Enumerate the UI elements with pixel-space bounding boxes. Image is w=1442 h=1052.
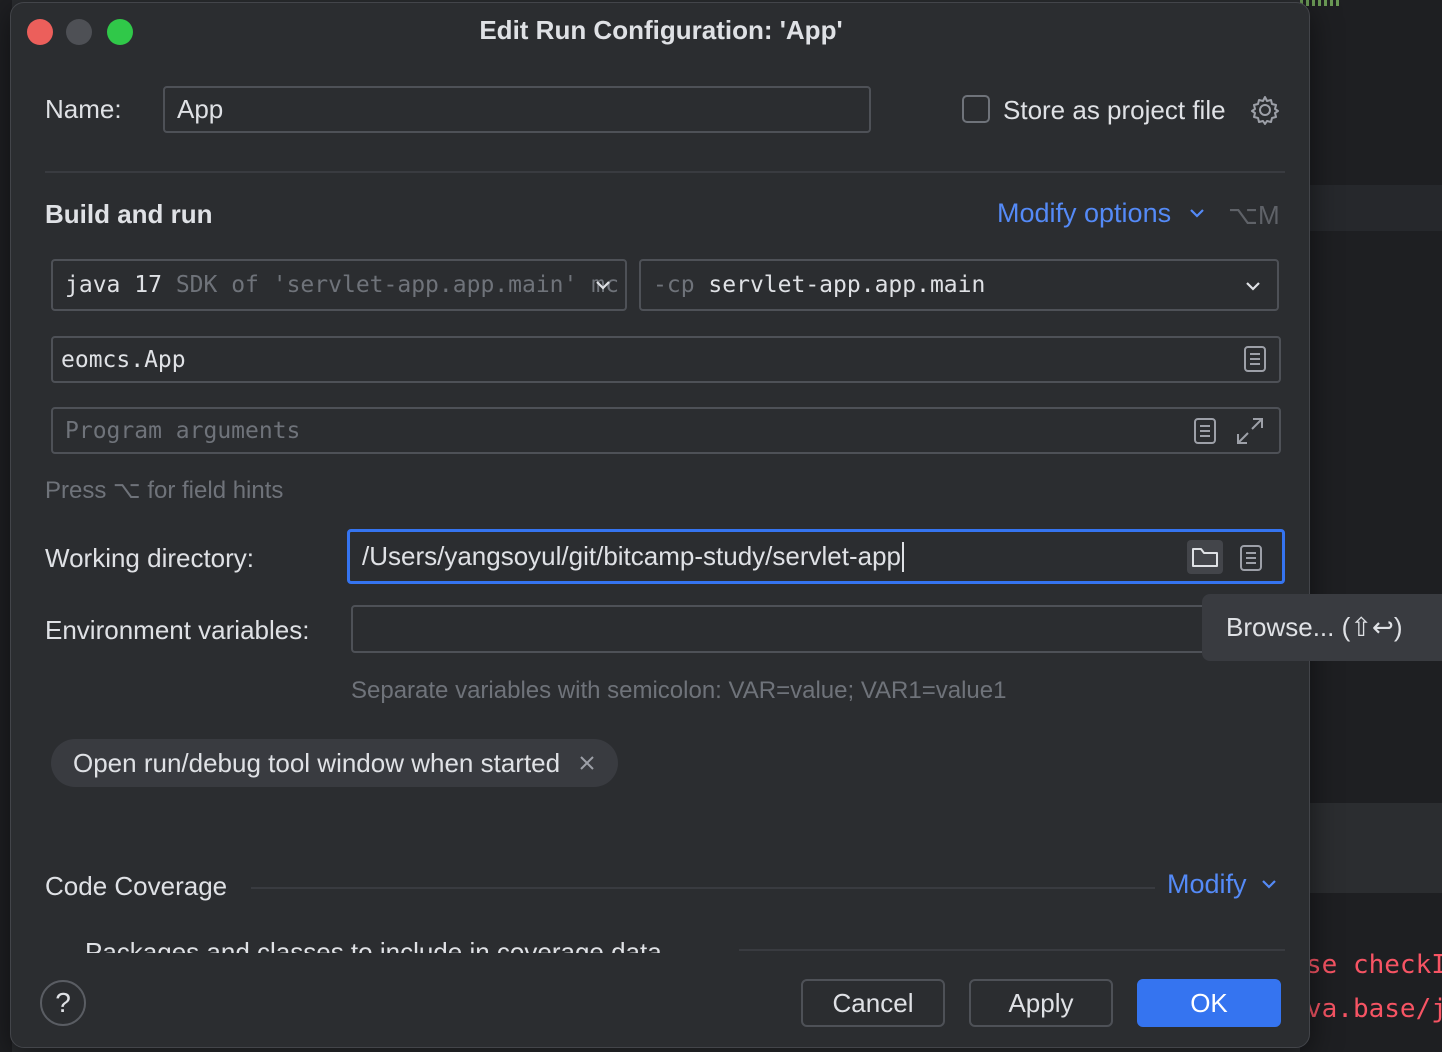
classpath-value: servlet-app.app.main [708,272,986,298]
environment-variables-input[interactable] [351,605,1285,653]
section-divider [45,171,1285,173]
settings-gear-icon[interactable] [1249,94,1281,126]
jdk-version: 17 [134,272,162,298]
background-code-line: va.base/ja [1306,994,1442,1024]
name-label: Name: [45,94,122,124]
background-squiggle [1300,0,1340,6]
classpath-flag: -cp [653,272,695,298]
text-edit-icon[interactable] [1235,542,1267,574]
working-directory-label: Working directory: [45,543,255,573]
chevron-down-icon[interactable] [1185,201,1209,225]
open-tool-window-chip[interactable]: Open run/debug tool window when started [51,739,619,787]
field-hints-text: Press ⌥ for field hints [45,477,284,504]
jdk-java: java [65,272,121,298]
build-run-title: Build and run [45,199,213,229]
close-icon[interactable] [578,754,596,772]
run-config-dialog: Edit Run Configuration: 'App' Name: App … [10,2,1310,1048]
store-as-project-checkbox[interactable] [962,95,990,123]
background-editor-top [1300,0,1442,185]
help-icon[interactable]: ? [40,980,86,1026]
coverage-modify-link[interactable]: Modify [1167,869,1247,900]
jdk-detail: SDK of 'servlet-app.app.main' mc [175,272,619,298]
chevron-down-icon[interactable] [1257,872,1281,896]
working-directory-input[interactable]: /Users/yangsoyul/git/bitcamp-study/servl… [347,529,1285,584]
open-tool-window-chip-label: Open run/debug tool window when started [73,747,561,778]
program-arguments-input[interactable]: Program arguments [51,407,1281,454]
background-code-line: se checkIl [1306,950,1442,980]
chevron-down-icon[interactable] [1241,274,1265,298]
coverage-packages-label: Packages and classes to include in cover… [85,937,662,953]
jdk-select[interactable]: java 17 SDK of 'servlet-app.app.main' mc [51,259,627,311]
apply-button[interactable]: Apply [969,979,1113,1027]
environment-variables-label: Environment variables: [45,615,310,645]
browse-button[interactable] [1187,540,1223,574]
main-class-input[interactable]: eomcs.App [51,336,1281,383]
ok-button[interactable]: OK [1137,979,1281,1027]
text-cursor [902,541,905,572]
coverage-divider [251,887,1155,889]
background-editor-highlight [1300,185,1442,231]
folder-icon [1192,548,1218,567]
coverage-packages-divider [739,949,1285,951]
program-arguments-placeholder: Program arguments [65,417,301,444]
main-class-value: eomcs.App [61,346,186,373]
working-directory-value: /Users/yangsoyul/git/bitcamp-study/servl… [362,541,902,571]
browse-tooltip: Browse... (⇧↩) [1202,594,1442,661]
dialog-title: Edit Run Configuration: 'App' [479,15,843,45]
coverage-packages-clip: Packages and classes to include in cover… [45,933,1285,953]
store-as-project-label: Store as project file [1003,95,1226,125]
text-edit-icon[interactable] [1239,343,1271,375]
modify-options-shortcut: ⌥M [1228,200,1280,230]
name-input-value: App [177,94,224,124]
background-editor-middle [1300,231,1442,803]
name-input[interactable]: App [163,86,871,133]
chevron-down-icon[interactable] [591,273,615,297]
expand-icon[interactable] [1234,415,1266,447]
code-coverage-title: Code Coverage [45,871,228,901]
modify-options-link[interactable]: Modify options [997,198,1171,229]
environment-variables-hint: Separate variables with semicolon: VAR=v… [351,677,1007,704]
text-edit-icon[interactable] [1189,415,1221,447]
cancel-button[interactable]: Cancel [801,979,945,1027]
background-tool-panel [1300,803,1442,893]
classpath-select[interactable]: -cp servlet-app.app.main [639,259,1279,311]
